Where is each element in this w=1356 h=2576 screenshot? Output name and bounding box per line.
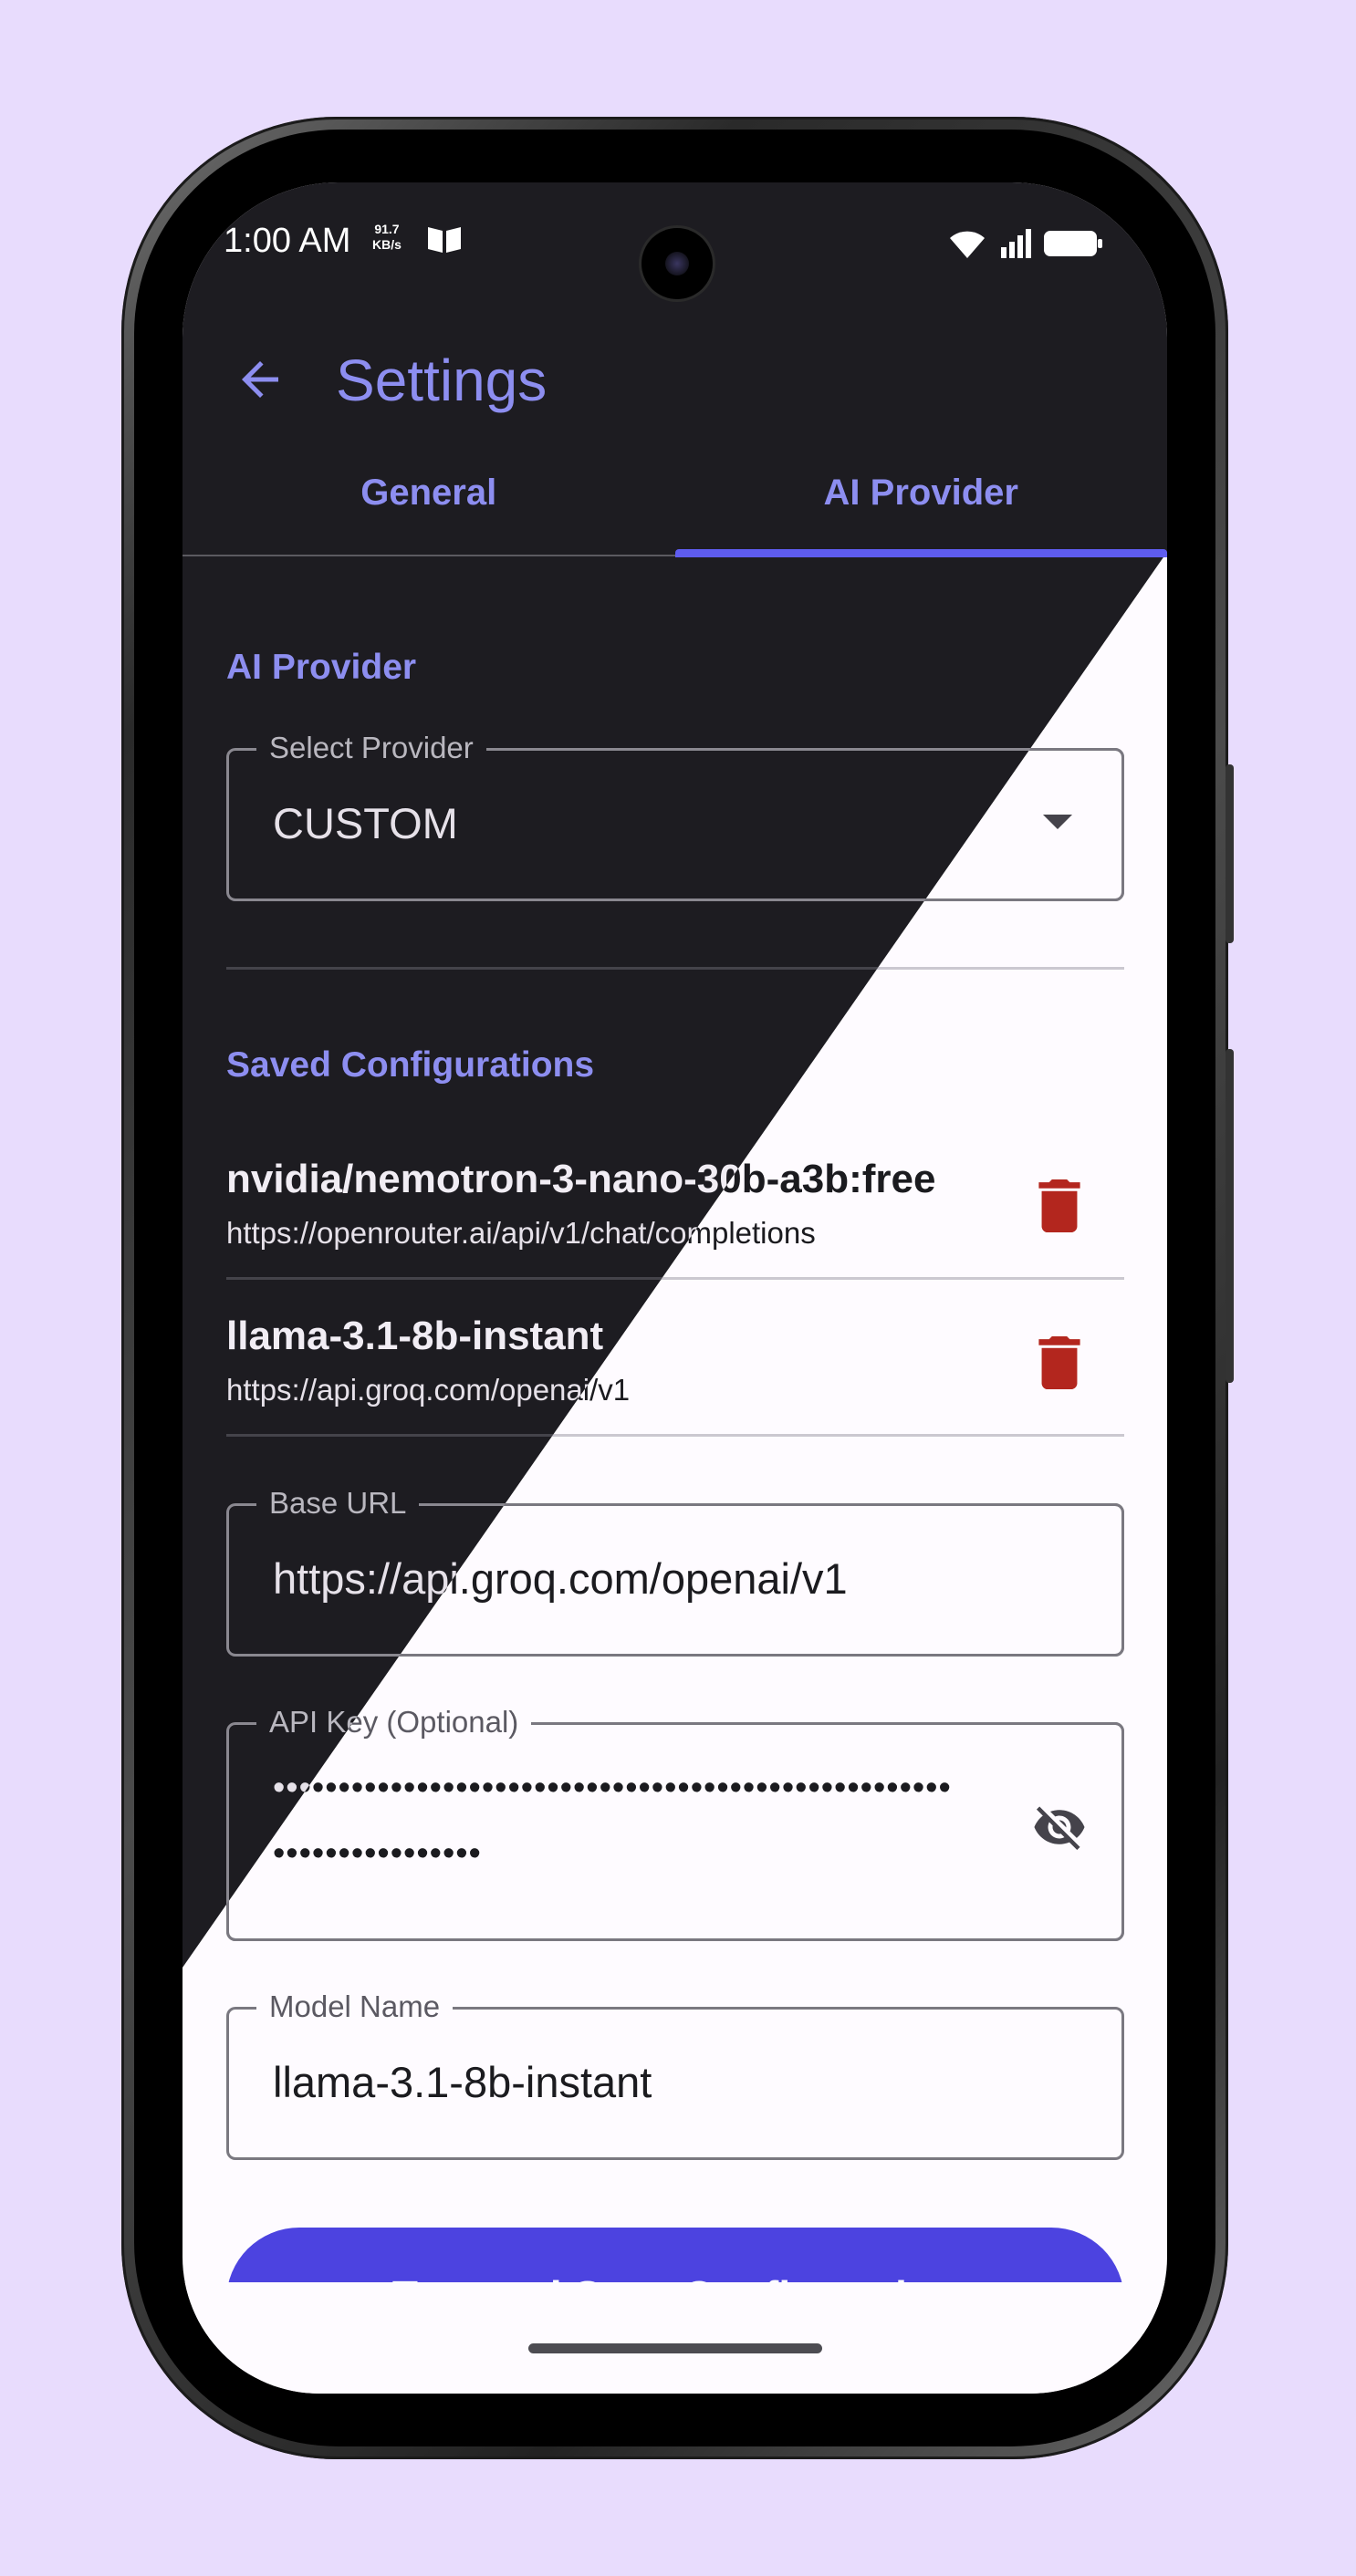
volume-button [1226,764,1234,943]
provider-select-value: CUSTOM [273,799,458,847]
delete-icon[interactable] [1038,1336,1080,1389]
model-name-field[interactable]: Model Name llama-3.1-8b-instant [226,1989,1124,2160]
dropdown-arrow-icon [1043,815,1072,829]
book-icon [428,227,461,253]
status-icons [946,227,1103,260]
battery-icon [1044,231,1102,256]
delete-icon[interactable] [1038,1179,1080,1232]
screen: 1:00 AM 91.7 KB/s Settings General AI Pr… [183,182,1167,2394]
signal-icon [1001,229,1031,258]
power-button [1226,1049,1234,1383]
network-speed-unit: KB/s [372,237,402,252]
api-key-value-line2: •••••••••••••••• [273,1834,482,1873]
model-name-value: llama-3.1-8b-instant [273,2058,652,2106]
api-key-field[interactable]: API Key (Optional) •••••••••••••••••••••… [226,1705,1124,1941]
navigation-bar-area [183,2282,1167,2394]
status-time: 1:00 AM [224,222,351,260]
page-title: Settings [336,348,548,413]
home-indicator[interactable] [528,2343,822,2353]
tab-ai-provider[interactable]: AI Provider [675,465,1168,556]
front-camera [641,228,713,299]
app-bar: Settings [183,319,1167,438]
section-title-ai-provider: AI Provider [226,648,417,687]
visibility-off-icon[interactable] [1027,1800,1092,1854]
base-url-label: Base URL [256,1486,420,1521]
network-speed-value: 91.7 [374,222,400,236]
tab-bar: General AI Provider [183,465,1168,557]
tab-general[interactable]: General [183,465,675,556]
config-url: https://api.groq.com/openai/v1 [226,1373,631,1407]
model-name-label: Model Name [256,1989,454,2024]
arrow-back-icon[interactable] [233,352,287,407]
wifi-icon [950,231,985,258]
tab-indicator [675,549,1167,557]
provider-select-label: Select Provider [256,731,486,765]
api-key-value-line1: ••••••••••••••••••••••••••••••••••••••••… [273,1769,952,1807]
section-title-saved-configurations: Saved Configurations [226,1045,595,1085]
network-speed: 91.7 KB/s [372,222,402,253]
